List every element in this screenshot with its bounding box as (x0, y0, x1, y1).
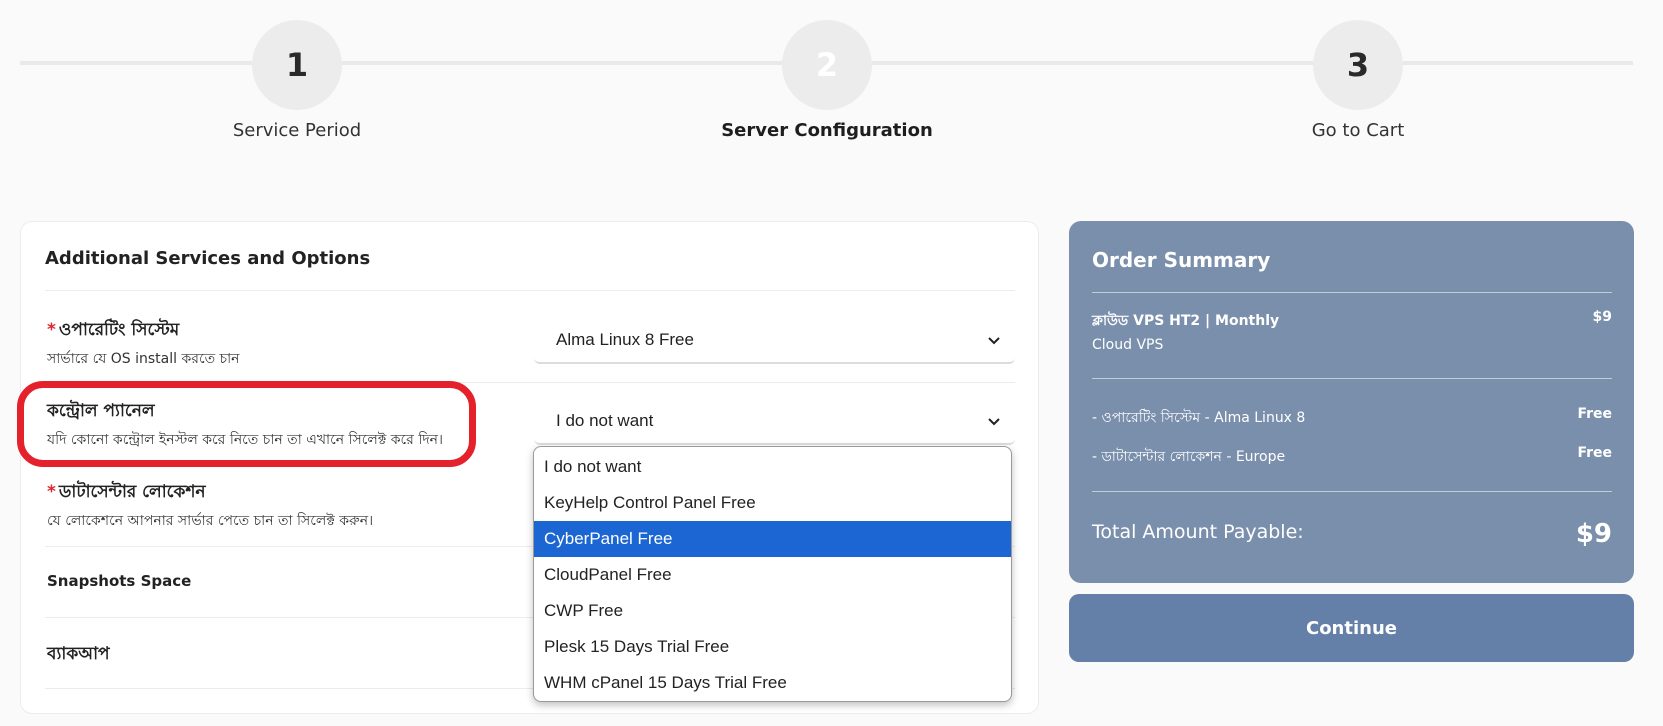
os-select[interactable]: Alma Linux 8 Free (534, 318, 1015, 364)
step-service-period[interactable]: 1 Service Period (147, 20, 447, 141)
step-number: 3 (1313, 20, 1403, 110)
os-select-value: Alma Linux 8 Free (556, 330, 694, 349)
summary-item-price: Free (1577, 445, 1612, 461)
divider (45, 290, 1015, 291)
divider (1092, 292, 1612, 293)
chevron-down-icon (988, 337, 1000, 345)
product-name: ক্লাউড VPS HT2 | Monthly (1092, 313, 1280, 329)
dropdown-option[interactable]: WHM cPanel 15 Days Trial Free (534, 665, 1011, 701)
datacenter-label-text: ডাটাসেন্টার লোকেশন (58, 482, 206, 502)
step-label: Service Period (232, 120, 362, 141)
dropdown-option[interactable]: CloudPanel Free (534, 557, 1011, 593)
step-server-configuration[interactable]: 2 Server Configuration (677, 20, 977, 141)
step-number: 1 (252, 20, 342, 110)
divider (1092, 378, 1612, 379)
dropdown-option[interactable]: KeyHelp Control Panel Free (534, 485, 1011, 521)
summary-item-label: - ওপারেটিং সিস্টেম - Alma Linux 8 (1092, 410, 1306, 426)
dropdown-option[interactable]: Plesk 15 Days Trial Free (534, 629, 1011, 665)
snapshots-label: Snapshots Space (47, 572, 192, 590)
os-label-text: ওপারেটিং সিস্টেম (58, 320, 180, 340)
total-label: Total Amount Payable: (1092, 521, 1304, 543)
os-description: সার্ভারে যে OS install করতে চান (47, 351, 240, 367)
panel-title: Additional Services and Options (45, 248, 371, 269)
datacenter-label: * ডাটাসেন্টার লোকেশন (47, 479, 206, 507)
summary-item-price: Free (1577, 406, 1612, 422)
control-panel-select[interactable]: I do not want (534, 399, 1015, 445)
dropdown-option-selected[interactable]: CyberPanel Free (534, 521, 1011, 557)
required-marker: * (47, 320, 56, 340)
summary-title: Order Summary (1092, 248, 1271, 272)
chevron-down-icon (988, 418, 1000, 426)
step-go-to-cart[interactable]: 3 Go to Cart (1208, 20, 1508, 141)
order-summary: Order Summary ক্লাউড VPS HT2 | Monthly $… (1069, 221, 1634, 583)
step-label: Go to Cart (1311, 120, 1405, 141)
product-price: $9 (1592, 309, 1612, 325)
required-marker: * (47, 482, 56, 502)
datacenter-description: যে লোকেশনে আপনার সার্ভার পেতে চান তা সিল… (47, 513, 374, 529)
control-panel-dropdown-list[interactable]: I do not want KeyHelp Control Panel Free… (533, 446, 1012, 702)
dropdown-option[interactable]: CWP Free (534, 593, 1011, 629)
os-label: * ওপারেটিং সিস্টেম (47, 317, 179, 345)
product-type: Cloud VPS (1092, 337, 1164, 353)
highlight-annotation (17, 381, 476, 467)
progress-stepper: 1 Service Period 2 Server Configuration … (0, 0, 1663, 160)
dropdown-option[interactable]: I do not want (534, 449, 1011, 485)
step-label: Server Configuration (721, 120, 933, 141)
backup-label: ব্যাকআপ (47, 644, 110, 664)
total-value: $9 (1575, 519, 1612, 549)
divider (1092, 491, 1612, 492)
summary-item-label: - ডাটাসেন্টার লোকেশন - Europe (1092, 449, 1286, 465)
step-number: 2 (782, 20, 872, 110)
continue-button[interactable]: Continue (1069, 594, 1634, 662)
control-panel-select-value: I do not want (556, 411, 654, 430)
